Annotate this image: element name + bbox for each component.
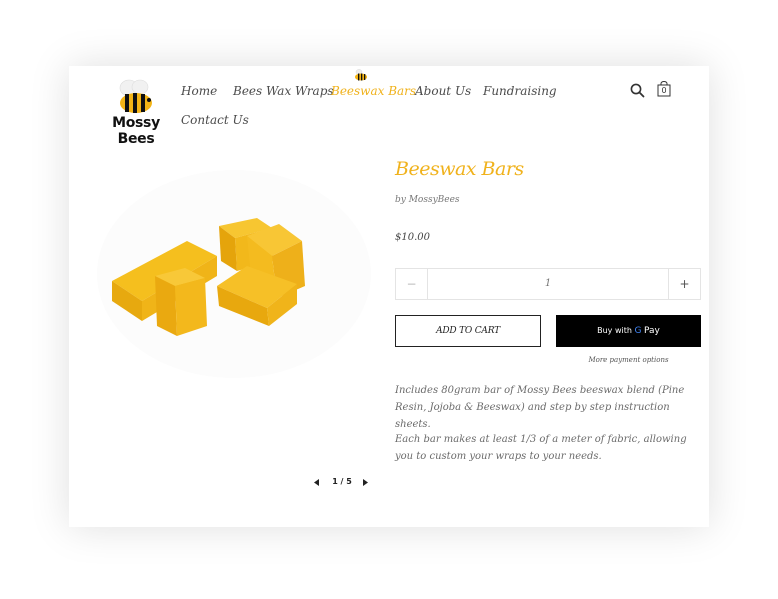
- bee-logo-icon: [119, 79, 152, 113]
- next-arrow-icon[interactable]: [363, 479, 368, 486]
- quantity-stepper: − 1 +: [395, 268, 701, 300]
- buy-now-label: Buy with: [597, 326, 632, 335]
- image-counter: 1 / 5: [332, 477, 352, 486]
- product-description-1: Includes 80gram bar of Mossy Bees beeswa…: [395, 385, 685, 430]
- brand-name: Mossy Bees: [112, 115, 160, 147]
- product-price: $10.00: [395, 232, 430, 243]
- product-title: Beeswax Bars: [395, 158, 524, 180]
- product-page-card: Mossy Bees Home Bees Wax Wraps Beeswax B…: [69, 66, 709, 527]
- nav-contact-us[interactable]: Contact Us: [181, 113, 249, 127]
- nav-home[interactable]: Home: [181, 84, 217, 98]
- active-bee-icon: [355, 69, 367, 81]
- quantity-decrease-button[interactable]: −: [396, 269, 428, 299]
- cart-button[interactable]: 0: [657, 81, 671, 101]
- quantity-input[interactable]: 1: [427, 269, 669, 299]
- quantity-increase-button[interactable]: +: [668, 269, 700, 299]
- nav-fundraising[interactable]: Fundraising: [483, 84, 557, 98]
- more-payment-options-link[interactable]: More payment options: [556, 356, 701, 364]
- google-g-icon: G: [634, 326, 642, 336]
- product-description-2: Each bar makes at least 1/3 of a meter o…: [395, 434, 687, 462]
- nav-about-us[interactable]: About Us: [415, 84, 471, 98]
- prev-arrow-icon[interactable]: [314, 479, 319, 486]
- product-vendor: by MossyBees: [395, 195, 460, 205]
- image-pagination: 1 / 5: [314, 476, 369, 490]
- google-pay-button[interactable]: Buy with G Pay: [556, 315, 701, 347]
- buy-now-brand: Pay: [644, 326, 660, 336]
- nav-beeswax-bars[interactable]: Beeswax Bars: [331, 84, 416, 98]
- brand-logo[interactable]: Mossy Bees: [99, 78, 173, 147]
- cart-count: 0: [661, 86, 667, 95]
- nav-bees-wax-wraps[interactable]: Bees Wax Wraps: [233, 84, 334, 98]
- add-to-cart-button[interactable]: ADD TO CART: [395, 315, 541, 347]
- search-icon[interactable]: [630, 83, 645, 98]
- product-image[interactable]: [97, 166, 372, 381]
